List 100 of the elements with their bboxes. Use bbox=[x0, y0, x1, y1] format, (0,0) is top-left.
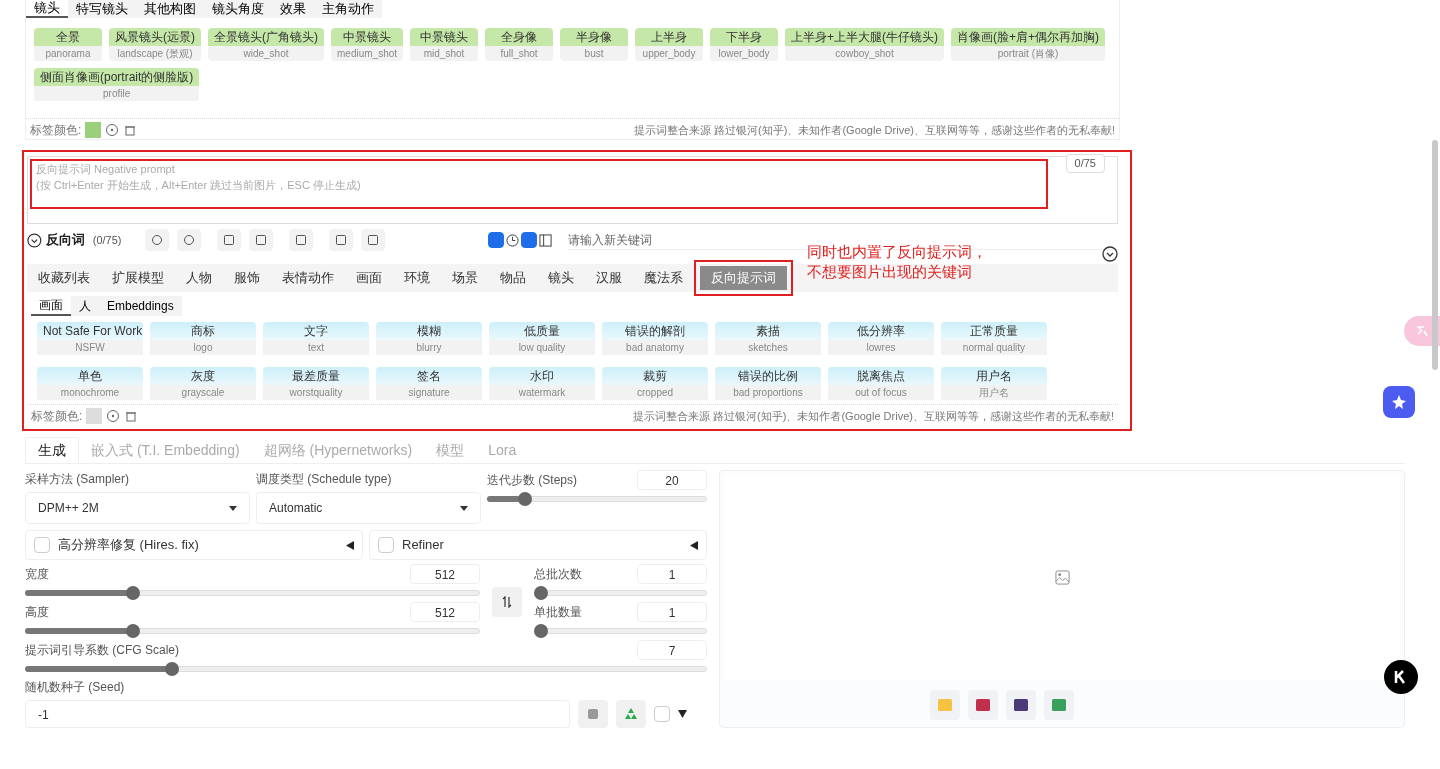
tab[interactable]: 效果 bbox=[272, 0, 314, 18]
tag-chip[interactable]: 用户名 用户名 bbox=[941, 366, 1047, 404]
checkbox[interactable] bbox=[488, 232, 505, 248]
tag-sublabel: cowboy_shot bbox=[785, 46, 945, 61]
tab[interactable]: 其他构图 bbox=[136, 0, 204, 18]
slider-thumb[interactable] bbox=[534, 624, 548, 638]
schedule-dropdown[interactable]: Automatic bbox=[256, 492, 481, 524]
tab[interactable]: 人物 bbox=[175, 268, 223, 288]
tab[interactable]: 收藏列表 bbox=[27, 268, 101, 288]
slider-thumb[interactable] bbox=[534, 586, 548, 600]
tag-chip[interactable]: 裁剪 cropped bbox=[602, 366, 708, 404]
star-icon bbox=[1391, 394, 1407, 410]
tag-label: 商标 bbox=[150, 322, 256, 340]
tag-chip[interactable]: 全景 panorama bbox=[34, 28, 102, 61]
tag-chip[interactable]: 风景镜头(远景) landscape (景观) bbox=[109, 28, 201, 61]
tag-sublabel: mid_shot bbox=[410, 46, 479, 61]
slider-track[interactable] bbox=[25, 586, 480, 600]
tag-chip[interactable]: 低分辨率 lowres bbox=[828, 322, 934, 360]
tag-chip[interactable]: Not Safe For Work NSFW bbox=[37, 322, 143, 360]
tag-chip[interactable]: 中景镜头 mid_shot bbox=[410, 28, 479, 61]
tab[interactable]: 环境 bbox=[393, 268, 441, 288]
number-field[interactable]: 1 bbox=[637, 564, 707, 584]
tag-chip[interactable]: 侧面肖像画(portrait的侧脸版) profile bbox=[34, 68, 200, 101]
slider-track[interactable] bbox=[487, 492, 707, 506]
tag-chip[interactable]: 单色 monochrome bbox=[37, 366, 143, 404]
tag-chip[interactable]: 素描 sketches bbox=[715, 322, 821, 360]
tag-chip[interactable]: 下半身 lower_body bbox=[710, 28, 779, 61]
swap-button[interactable] bbox=[492, 587, 522, 617]
accordion-header[interactable]: Refiner bbox=[369, 530, 707, 560]
assistant-button[interactable] bbox=[1383, 386, 1415, 418]
slider-track[interactable] bbox=[534, 586, 707, 600]
number-field[interactable]: 1 bbox=[637, 602, 707, 622]
number-field[interactable]: 20 bbox=[637, 470, 707, 490]
tab[interactable]: 汉服 bbox=[585, 268, 633, 288]
expand-icon[interactable] bbox=[1102, 246, 1118, 262]
sampler-dropdown[interactable]: DPM++ 2M bbox=[25, 492, 250, 524]
tab[interactable]: 表情动作 bbox=[271, 268, 345, 288]
color-swatch[interactable] bbox=[86, 408, 103, 424]
tab[interactable]: 主角动作 bbox=[314, 0, 382, 18]
tag-chip[interactable]: 最差质量 worstquality bbox=[263, 366, 369, 404]
tag-chip[interactable]: 中景镜头 medium_shot bbox=[331, 28, 404, 61]
dropdown-arrow-icon[interactable] bbox=[678, 710, 687, 718]
tag-chip[interactable]: 正常质量 normal quality bbox=[941, 322, 1047, 360]
number-field[interactable]: 512 bbox=[410, 602, 480, 622]
tab[interactable]: 人 bbox=[71, 296, 99, 316]
slider-thumb[interactable] bbox=[517, 492, 532, 506]
tag-chip[interactable]: 签名 signature bbox=[376, 366, 482, 404]
tag-chip[interactable]: 全身像 full_shot bbox=[485, 28, 554, 61]
collapse-icon[interactable] bbox=[27, 232, 42, 248]
negative-prompt-field[interactable]: 反向提示词 Negative prompt (按 Ctrl+Enter 开始生成，Alt+Enter 跳过当前图片，ESC 停止生成) bbox=[30, 159, 1048, 209]
tag-sublabel: bad anatomy bbox=[602, 340, 708, 355]
tag-chip[interactable]: 错误的解剖 bad anatomy bbox=[602, 322, 708, 360]
tab[interactable]: 特写镜头 bbox=[68, 0, 136, 18]
tab[interactable]: 生成 bbox=[25, 437, 79, 463]
tag-chip[interactable]: 上半身 upper_body bbox=[635, 28, 704, 61]
tag-sublabel: normal quality bbox=[941, 340, 1047, 355]
slider-thumb[interactable] bbox=[126, 624, 141, 638]
tag-chip[interactable]: 模糊 blurry bbox=[376, 322, 482, 360]
reset-icon[interactable] bbox=[106, 409, 121, 423]
slider-thumb[interactable] bbox=[126, 586, 141, 600]
tag-chip[interactable]: 上半身+上半大腿(牛仔镜头) cowboy_shot bbox=[785, 28, 945, 61]
slider-track[interactable] bbox=[25, 662, 707, 676]
k-logo-button[interactable] bbox=[1384, 660, 1418, 694]
tag-chip[interactable]: 肖像画(脸+肩+偶尔再加胸) portrait (肖像) bbox=[951, 28, 1106, 61]
tab[interactable]: 镜头 bbox=[26, 0, 68, 18]
checkbox[interactable] bbox=[521, 232, 538, 248]
tab[interactable]: 画面 bbox=[345, 268, 393, 288]
tag-chip[interactable]: 文字 text bbox=[263, 322, 369, 360]
tab[interactable]: 镜头角度 bbox=[204, 0, 272, 18]
recycle-button[interactable] bbox=[616, 700, 646, 728]
tab[interactable]: 画面 bbox=[31, 296, 71, 316]
tab[interactable]: Embeddings bbox=[99, 296, 182, 316]
scrollbar[interactable] bbox=[1432, 140, 1438, 370]
tab[interactable]: 镜头 bbox=[537, 268, 585, 288]
number-field[interactable]: 512 bbox=[410, 564, 480, 584]
tab[interactable]: 物品 bbox=[489, 268, 537, 288]
accordion-header[interactable]: 高分辨率修复 (Hires. fix) bbox=[25, 530, 363, 560]
tab[interactable]: 场景 bbox=[441, 268, 489, 288]
slider-track[interactable] bbox=[25, 624, 480, 638]
tag-sublabel: sketches bbox=[715, 340, 821, 355]
tab[interactable]: 扩展模型 bbox=[101, 268, 175, 288]
tag-chip[interactable]: 低质量 low quality bbox=[489, 322, 595, 360]
slider-track[interactable] bbox=[534, 624, 707, 638]
tag-chip[interactable]: 灰度 grayscale bbox=[150, 366, 256, 404]
tag-chip[interactable]: 错误的比例 bad proportions bbox=[715, 366, 821, 404]
reset-icon[interactable] bbox=[105, 123, 120, 137]
tag-chip[interactable]: 半身像 bust bbox=[560, 28, 629, 61]
color-swatch[interactable] bbox=[85, 122, 102, 138]
dice-button[interactable] bbox=[578, 700, 608, 728]
tab[interactable]: 魔法系 bbox=[633, 268, 694, 288]
tab[interactable]: 服饰 bbox=[223, 268, 271, 288]
seed-field[interactable]: -1 bbox=[25, 700, 570, 728]
tag-chip[interactable]: 水印 watermark bbox=[489, 366, 595, 404]
number-field[interactable]: 7 bbox=[637, 640, 707, 660]
tag-chip[interactable]: 全景镜头(广角镜头) wide_shot bbox=[208, 28, 324, 61]
tag-chip[interactable]: 商标 logo bbox=[150, 322, 256, 360]
field-label: 调度类型 (Schedule type) bbox=[256, 471, 393, 488]
slider-thumb[interactable] bbox=[165, 662, 180, 676]
tag-label: 水印 bbox=[489, 366, 595, 385]
tag-chip[interactable]: 脱离焦点 out of focus bbox=[828, 366, 934, 404]
